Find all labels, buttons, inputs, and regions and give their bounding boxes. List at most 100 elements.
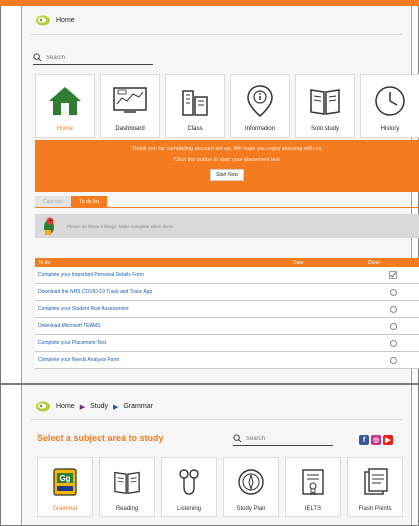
breadcrumb: Home ▶ Study ▶ Grammar xyxy=(35,400,153,413)
done-checkbox[interactable] xyxy=(389,322,397,330)
todo-table-header: To do Date Done xyxy=(35,258,419,267)
subject-grammar[interactable]: Gg Grammar xyxy=(37,457,93,517)
nav-dashboard-label: Dashboard xyxy=(115,126,145,132)
bottom-screenshot-frame: Home ▶ Study ▶ Grammar Select a subject … xyxy=(0,384,419,526)
notice-text: Please do these 6 things. Make complete … xyxy=(67,223,174,229)
dashboard-icon xyxy=(113,86,147,113)
instagram-icon[interactable]: ◎ xyxy=(371,435,381,445)
nav-history[interactable]: History xyxy=(360,74,419,138)
facebook-icon[interactable]: f xyxy=(359,435,369,445)
task-link[interactable]: Complete your Student Risk Assessment xyxy=(35,306,368,312)
book-icon xyxy=(310,88,340,115)
certificate-icon xyxy=(302,469,324,496)
breadcrumb-study[interactable]: Study xyxy=(90,403,108,410)
todo-table: To do Date Done Complete your Important … xyxy=(35,258,419,369)
subject-ielts[interactable]: IELTS xyxy=(285,457,341,517)
col-done: Done xyxy=(368,259,380,266)
task-link[interactable]: Download the NHS COVID-19 Track and Trac… xyxy=(35,289,368,295)
nav-class-label: Class xyxy=(187,126,203,132)
breadcrumb-arrow-icon: ▶ xyxy=(112,403,119,411)
clock-icon xyxy=(375,85,405,116)
notes-icon xyxy=(364,468,388,495)
table-row: Complete your Important Personal Details… xyxy=(35,267,419,284)
subject-ielts-label: IELTS xyxy=(304,506,322,512)
table-row: Download Microsoft TEAMS xyxy=(35,318,419,335)
col-to-do: To do xyxy=(38,259,51,266)
search-input[interactable] xyxy=(46,54,146,61)
table-row: Complete your Student Risk Assessment xyxy=(35,301,419,318)
subject-reading[interactable]: Reading xyxy=(99,457,155,517)
breadcrumb: Home xyxy=(35,14,75,27)
header-divider xyxy=(31,34,402,35)
task-link[interactable]: Complete your Needs Analysis Form xyxy=(35,357,368,363)
done-checkbox[interactable] xyxy=(389,305,397,313)
table-row: Complete your Needs Analysis Form xyxy=(35,352,419,369)
subject-flash-points[interactable]: Flash Points xyxy=(347,457,403,517)
done-checkbox[interactable] xyxy=(389,288,397,296)
search-box xyxy=(233,432,333,446)
nav-solo-study-label: Solo study xyxy=(310,126,340,132)
checked-icon[interactable] xyxy=(389,271,397,279)
earphones-icon xyxy=(179,469,199,495)
study-page: Home ▶ Study ▶ Grammar Select a subject … xyxy=(23,385,410,525)
compass-icon xyxy=(238,469,264,495)
subject-listening-label: Listening xyxy=(176,506,202,512)
parrot-icon xyxy=(44,217,56,235)
table-row: Complete your Placement Test xyxy=(35,335,419,352)
page-title: Select a subject area to study xyxy=(37,433,164,443)
todo-notice: Please do these 6 things. Make complete … xyxy=(35,214,419,238)
book-icon xyxy=(114,471,140,495)
nav-history-label: History xyxy=(380,126,400,132)
placement-banner: Thank you for completing account set up.… xyxy=(35,140,419,192)
start-now-button[interactable]: Start Now xyxy=(210,169,244,181)
building-icon xyxy=(182,89,208,116)
search-icon[interactable] xyxy=(33,53,42,62)
breadcrumb-home[interactable]: Home xyxy=(56,17,75,24)
info-pin-icon xyxy=(247,84,273,117)
header-divider xyxy=(31,419,402,420)
nav-solo-study[interactable]: Solo study xyxy=(295,74,355,138)
house-icon xyxy=(49,86,81,115)
social-links: f ◎ ▶ xyxy=(359,435,393,445)
task-link[interactable]: Download Microsoft TEAMS xyxy=(35,323,368,329)
home-page: Home Home xyxy=(23,6,419,383)
task-link[interactable]: Complete your Important Personal Details… xyxy=(35,272,368,278)
nav-information[interactable]: Information xyxy=(230,74,290,138)
nav-home[interactable]: Home xyxy=(35,74,95,138)
breadcrumb-home[interactable]: Home xyxy=(56,403,75,410)
nav-class[interactable]: Class xyxy=(165,74,225,138)
table-row: Download the NHS COVID-19 Track and Trac… xyxy=(35,284,419,301)
youtube-icon[interactable]: ▶ xyxy=(383,435,393,445)
subject-study-plan[interactable]: Study Plan xyxy=(223,457,279,517)
nav-information-label: Information xyxy=(244,126,275,132)
search-icon[interactable] xyxy=(233,434,242,443)
search-box xyxy=(33,51,153,65)
left-divider xyxy=(21,385,22,525)
main-nav: Home Dashboard Class Information Solo st… xyxy=(35,74,419,138)
subject-study-plan-label: Study Plan xyxy=(236,506,266,512)
subject-listening[interactable]: Listening xyxy=(161,457,217,517)
breadcrumb-arrow-icon: ▶ xyxy=(79,403,86,411)
search-input[interactable] xyxy=(246,435,326,442)
banner-line-2: Click the button to start your placement… xyxy=(174,157,280,163)
done-checkbox[interactable] xyxy=(389,339,397,347)
subject-nav: Gg Grammar Reading Listening Study Plan … xyxy=(37,457,403,517)
nav-dashboard[interactable]: Dashboard xyxy=(100,74,160,138)
banner-line-1: Thank you for completing account set up.… xyxy=(131,146,323,152)
logo-icon[interactable] xyxy=(35,400,51,413)
subject-flash-points-label: Flash Points xyxy=(358,506,392,512)
tab-underline xyxy=(35,207,419,208)
breadcrumb-grammar: Grammar xyxy=(123,403,153,410)
logo-icon[interactable] xyxy=(35,14,51,27)
subject-grammar-label: Grammar xyxy=(52,506,78,512)
svg-text:Gg: Gg xyxy=(59,474,70,483)
top-screenshot-frame: Home Home xyxy=(0,6,419,384)
right-divider xyxy=(411,385,412,525)
gg-book-icon: Gg xyxy=(53,468,77,496)
left-divider xyxy=(21,6,22,383)
subject-reading-label: Reading xyxy=(115,506,139,512)
nav-home-label: Home xyxy=(56,126,73,132)
done-checkbox[interactable] xyxy=(389,356,397,364)
task-link[interactable]: Complete your Placement Test xyxy=(35,340,368,346)
col-date: Date xyxy=(293,259,304,266)
